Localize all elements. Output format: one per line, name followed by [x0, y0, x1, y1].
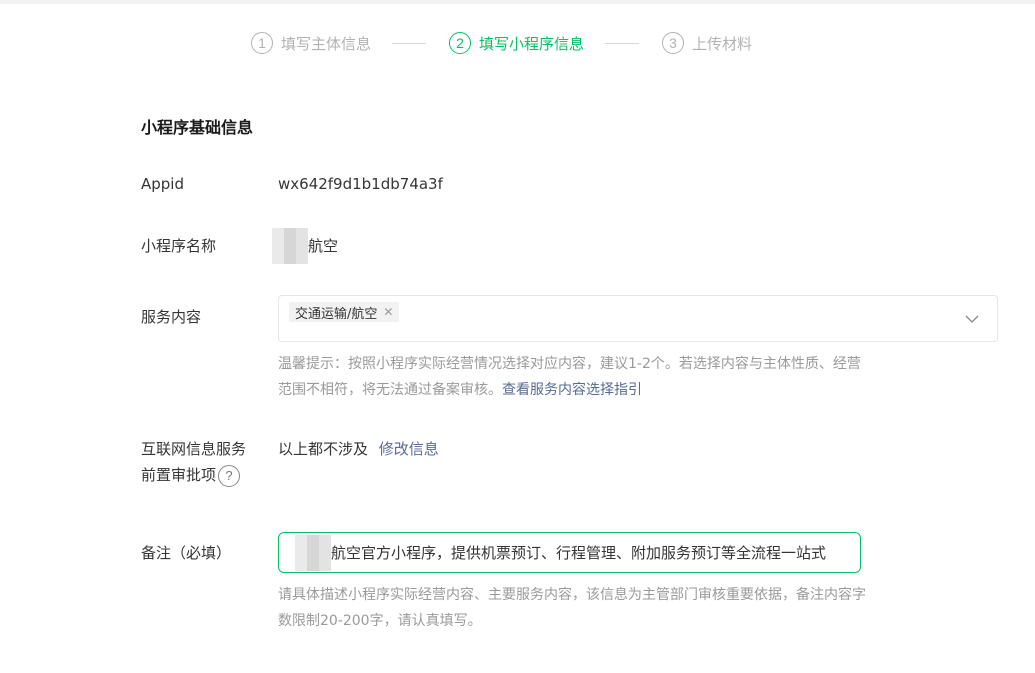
approval-value-text: 以上都不涉及 [278, 440, 369, 458]
step-connector [605, 43, 639, 44]
service-label: 服务内容 [141, 308, 202, 326]
service-tag: 交通运输/航空 ✕ [289, 302, 400, 322]
redacted-block [272, 228, 308, 264]
name-value: 航空 [272, 228, 338, 264]
appid-label: Appid [141, 175, 184, 193]
service-tag-label: 交通运输/航空 [295, 306, 378, 322]
step-3-number: 3 [662, 32, 684, 54]
remark-hint: 请具体描述小程序实际经营内容、主要服务内容，该信息为主管部门审核重要依据，备注内… [278, 587, 866, 629]
step-1-label: 填写主体信息 [281, 34, 372, 53]
approval-label-line2: 前置审批项? [141, 462, 241, 488]
name-value-suffix: 航空 [308, 237, 339, 255]
step-3: 3 上传材料 [662, 31, 752, 55]
appid-value: wx642f9d1b1db74a3f [278, 175, 443, 193]
remark-input-text: 航空官方小程序，提供机票预订、行程管理、附加服务预订等全流程一站式 [331, 544, 827, 562]
approval-value: 以上都不涉及 修改信息 [278, 436, 439, 462]
approval-label-line1: 互联网信息服务 [141, 440, 247, 458]
section-title: 小程序基础信息 [141, 118, 254, 137]
edit-info-link[interactable]: 修改信息 [379, 440, 439, 458]
chevron-down-icon[interactable] [965, 312, 979, 326]
step-3-label: 上传材料 [692, 34, 753, 53]
step-2-label: 填写小程序信息 [479, 34, 585, 53]
step-2-number: 2 [449, 32, 471, 54]
approval-label-text: 前置审批项 [141, 466, 217, 484]
remark-label: 备注（必填） [141, 544, 232, 562]
help-icon[interactable]: ? [218, 464, 241, 487]
step-connector [392, 43, 426, 44]
step-2: 2 填写小程序信息 [449, 31, 584, 55]
remove-tag-icon[interactable]: ✕ [383, 305, 393, 319]
redacted-block [295, 534, 331, 571]
service-select[interactable]: 交通运输/航空 ✕ [278, 295, 998, 342]
service-hint: 温馨提示：按照小程序实际经营情况选择对应内容，建议1-2个。若选择内容与主体性质… [278, 351, 868, 403]
name-label: 小程序名称 [141, 237, 217, 255]
step-1-number: 1 [251, 32, 273, 54]
remark-input[interactable]: 航空官方小程序，提供机票预订、行程管理、附加服务预订等全流程一站式 [278, 532, 861, 573]
top-divider [0, 0, 1035, 4]
progress-steps: 1 填写主体信息 2 填写小程序信息 3 上传材料 [0, 31, 1035, 55]
service-guide-link[interactable]: 查看服务内容选择指引 [502, 382, 642, 398]
step-1: 1 填写主体信息 [251, 31, 371, 55]
